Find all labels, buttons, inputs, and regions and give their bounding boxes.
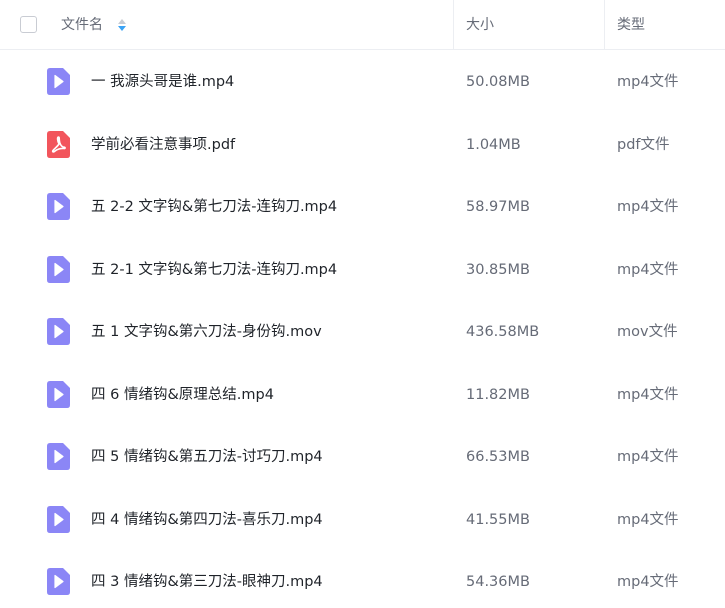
file-size: 11.82MB: [466, 386, 530, 403]
file-name[interactable]: 学前必看注意事项.pdf: [91, 135, 235, 155]
file-name[interactable]: 一 我源头哥是谁.mp4: [91, 72, 234, 92]
column-header-type[interactable]: 类型: [617, 15, 645, 35]
file-name[interactable]: 四 3 情绪钩&第三刀法-眼神刀.mp4: [91, 572, 323, 592]
file-size: 54.36MB: [466, 574, 530, 590]
file-size: 41.55MB: [466, 511, 530, 528]
file-row[interactable]: 四 4 情绪钩&第四刀法-喜乐刀.mp4 41.55MB mp4文件: [0, 489, 725, 552]
file-type: mp4文件: [617, 261, 679, 278]
file-row[interactable]: 四 5 情绪钩&第五刀法-讨巧刀.mp4 66.53MB mp4文件: [0, 426, 725, 489]
video-file-icon: [47, 318, 70, 345]
video-file-icon: [47, 68, 70, 95]
file-type: mov文件: [617, 324, 678, 340]
file-row[interactable]: 五 1 文字钩&第六刀法-身份钩.mov 436.58MB mov文件: [0, 301, 725, 364]
file-name[interactable]: 五 2-2 文字钩&第七刀法-连钩刀.mp4: [91, 197, 337, 217]
file-type: pdf文件: [617, 136, 670, 153]
video-file-icon: [47, 443, 70, 470]
file-type: mp4文件: [617, 74, 679, 90]
column-divider[interactable]: [604, 0, 605, 50]
file-row[interactable]: 一 我源头哥是谁.mp4 50.08MB mp4文件: [0, 51, 725, 114]
file-name[interactable]: 四 6 情绪钩&原理总结.mp4: [91, 385, 274, 405]
select-all-checkbox[interactable]: [20, 16, 37, 33]
file-row[interactable]: 五 2-1 文字钩&第七刀法-连钩刀.mp4 30.85MB mp4文件: [0, 239, 725, 302]
video-file-icon: [47, 568, 70, 595]
file-name[interactable]: 五 2-1 文字钩&第七刀法-连钩刀.mp4: [91, 260, 337, 280]
video-file-icon: [47, 255, 70, 283]
column-header-name[interactable]: 文件名: [61, 15, 103, 35]
file-size: 58.97MB: [466, 199, 530, 215]
video-file-icon: [47, 380, 70, 408]
column-header-size[interactable]: 大小: [466, 15, 494, 35]
video-file-icon: [47, 193, 70, 220]
file-list-table: 文件名 大小 类型 一 我源头哥是谁.mp4 50.08MB mp4文件 学前必看注意…: [0, 0, 725, 608]
file-name[interactable]: 五 1 文字钩&第六刀法-身份钩.mov: [91, 322, 322, 342]
file-size: 50.08MB: [466, 74, 530, 90]
file-row[interactable]: 五 2-2 文字钩&第七刀法-连钩刀.mp4 58.97MB mp4文件: [0, 176, 725, 239]
column-divider[interactable]: [453, 0, 454, 50]
file-size: 66.53MB: [466, 449, 530, 465]
file-row[interactable]: 四 6 情绪钩&原理总结.mp4 11.82MB mp4文件: [0, 364, 725, 427]
file-type: mp4文件: [617, 386, 679, 403]
file-type: mp4文件: [617, 574, 679, 590]
file-name[interactable]: 四 5 情绪钩&第五刀法-讨巧刀.mp4: [91, 447, 323, 467]
file-size: 436.58MB: [466, 324, 540, 340]
file-row[interactable]: 四 3 情绪钩&第三刀法-眼神刀.mp4 54.36MB mp4文件: [0, 551, 725, 608]
file-type: mp4文件: [617, 199, 679, 215]
file-row[interactable]: 学前必看注意事项.pdf 1.04MB pdf文件: [0, 114, 725, 177]
pdf-file-icon: [47, 130, 70, 158]
file-type: mp4文件: [617, 511, 679, 528]
video-file-icon: [47, 505, 70, 533]
file-name[interactable]: 四 4 情绪钩&第四刀法-喜乐刀.mp4: [91, 510, 323, 530]
file-size: 1.04MB: [466, 136, 521, 153]
file-type: mp4文件: [617, 449, 679, 465]
table-header: 文件名 大小 类型: [0, 0, 725, 50]
file-size: 30.85MB: [466, 261, 530, 278]
sort-up-down-icon[interactable]: [117, 17, 127, 33]
